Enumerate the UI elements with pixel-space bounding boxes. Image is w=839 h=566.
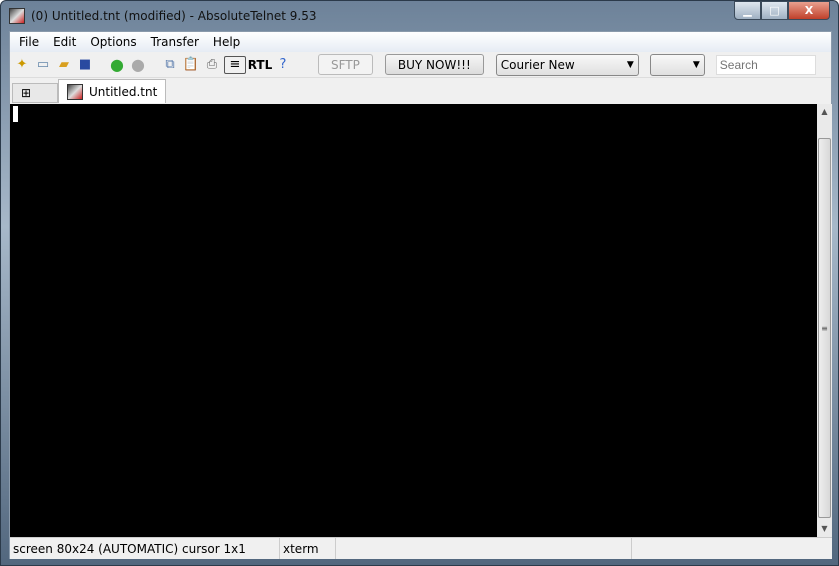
status-panel xyxy=(336,538,632,559)
status-panel-2 xyxy=(632,538,832,559)
menu-file[interactable]: File xyxy=(12,35,46,49)
menu-transfer[interactable]: Transfer xyxy=(144,35,206,49)
search-input[interactable] xyxy=(715,54,816,75)
chevron-down-icon: ▼ xyxy=(692,59,700,70)
help-icon[interactable]: ? xyxy=(274,56,292,74)
paste-icon[interactable]: 📋 xyxy=(182,56,200,74)
disconnect-icon[interactable]: ● xyxy=(129,55,147,74)
scroll-up-icon[interactable]: ▲ xyxy=(817,104,832,120)
menu-options[interactable]: Options xyxy=(83,35,143,49)
minimize-button[interactable]: ▁ xyxy=(734,1,761,20)
app-window: (0) Untitled.tnt (modified) - AbsoluteTe… xyxy=(0,0,839,566)
status-terminal-type: xterm xyxy=(280,538,336,559)
menu-edit[interactable]: Edit xyxy=(46,35,83,49)
maximize-button[interactable]: □ xyxy=(761,1,788,20)
title-bar: (0) Untitled.tnt (modified) - AbsoluteTe… xyxy=(9,7,316,25)
scroll-down-icon[interactable]: ▼ xyxy=(817,521,832,537)
buy-now-button[interactable]: BUY NOW!!! xyxy=(384,54,484,75)
tab-overview-button[interactable]: ⊞ xyxy=(12,83,58,103)
menu-help[interactable]: Help xyxy=(206,35,247,49)
text-mode-icon[interactable]: ≡ xyxy=(224,55,246,74)
tab-label: Untitled.tnt xyxy=(89,84,158,99)
status-bar: screen 80x24 (AUTOMATIC) cursor 1x1 xter… xyxy=(10,537,832,559)
font-value: Courier New xyxy=(500,57,575,72)
new-icon[interactable]: ✦ xyxy=(13,56,31,74)
connect-icon[interactable]: ● xyxy=(108,55,126,74)
toolbar: ✦ ▭ ▰ ■ ● ● ⧉ 📋 ⎙ ≡ RTL ? SFTP BUY NOW!!… xyxy=(10,52,831,78)
scroll-thumb[interactable]: ≡ xyxy=(818,138,831,518)
tab-untitled[interactable]: Untitled.tnt xyxy=(58,79,167,103)
save-icon[interactable]: ■ xyxy=(76,56,94,74)
copy-icon[interactable]: ⧉ xyxy=(161,56,179,74)
font-select[interactable]: Courier New ▼ xyxy=(495,53,639,76)
close-button[interactable]: X xyxy=(788,1,830,20)
app-icon[interactable] xyxy=(9,8,25,24)
tab-bar: ⊞ Untitled.tnt xyxy=(10,78,831,103)
menu-bar: File Edit Options Transfer Help xyxy=(10,32,831,52)
vertical-scrollbar[interactable]: ▲ ≡ ▼ xyxy=(817,104,832,537)
chevron-down-icon: ▼ xyxy=(626,59,634,70)
grid-icon: ⊞ xyxy=(21,86,32,100)
status-screen: screen 80x24 (AUTOMATIC) cursor 1x1 xyxy=(10,538,280,559)
session-icon xyxy=(67,83,83,100)
terminal-cursor xyxy=(13,106,18,122)
sftp-button[interactable]: SFTP xyxy=(318,54,373,75)
rtl-icon[interactable]: RTL xyxy=(248,56,273,74)
font-size-select[interactable]: ▼ xyxy=(649,53,705,76)
new-window-icon[interactable]: ▭ xyxy=(34,56,52,74)
terminal-screen[interactable] xyxy=(10,104,817,537)
print-icon[interactable]: ⎙ xyxy=(203,56,221,74)
open-folder-icon[interactable]: ▰ xyxy=(55,56,73,74)
window-title: (0) Untitled.tnt (modified) - AbsoluteTe… xyxy=(31,9,317,23)
